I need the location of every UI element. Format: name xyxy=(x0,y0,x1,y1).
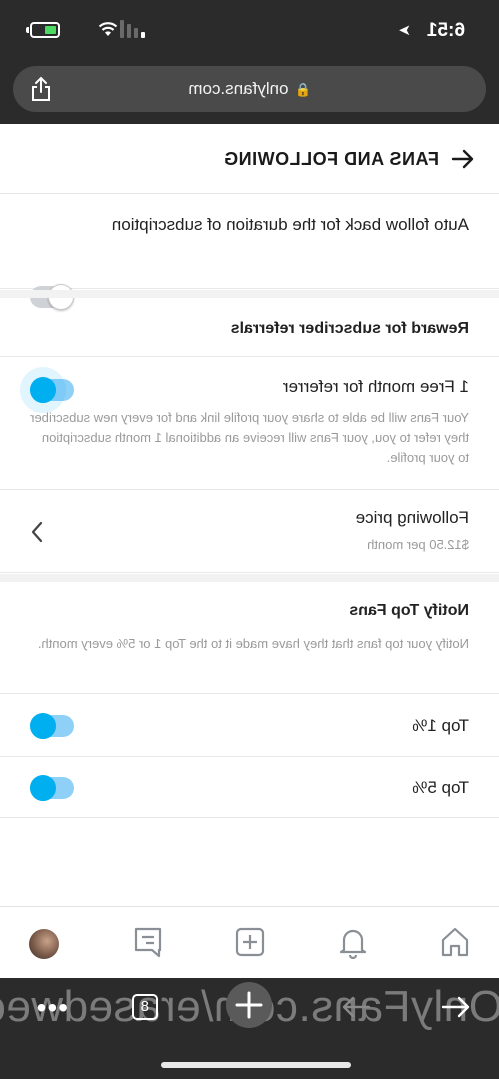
top-5-row[interactable]: Top 5% xyxy=(0,758,499,818)
screen: 6:51 ➤ 🔒onlyfans.com FANS AND FOLLOWING … xyxy=(0,0,499,1079)
messages-icon[interactable] xyxy=(131,925,165,959)
top-5-label: Top 5% xyxy=(412,778,469,797)
notifications-icon[interactable] xyxy=(336,925,370,959)
chevron-right-icon xyxy=(31,521,43,543)
add-post-icon[interactable] xyxy=(233,925,267,959)
section-divider xyxy=(0,574,499,582)
following-price-value: $12.50 per month xyxy=(367,537,469,552)
url-text: 🔒onlyfans.com xyxy=(188,79,311,98)
lock-icon: 🔒 xyxy=(294,82,311,97)
status-bar: 6:51 ➤ xyxy=(0,0,499,62)
section-divider xyxy=(0,290,499,298)
more-menu-button[interactable]: ••• xyxy=(36,992,68,1024)
referrals-heading: Reward for subscriber referrals xyxy=(230,320,469,337)
address-bar[interactable]: 🔒onlyfans.com xyxy=(13,66,486,112)
referrals-header-row: Reward for subscriber referrals xyxy=(0,298,499,357)
page-header: FANS AND FOLLOWING xyxy=(0,124,499,194)
home-icon[interactable] xyxy=(438,925,472,959)
browser-address-area: 🔒onlyfans.com xyxy=(0,62,499,124)
notify-top-fans-heading: Notify Top Fans xyxy=(349,602,469,619)
notify-top-fans-row: Notify Top Fans Notify your top fans tha… xyxy=(0,582,499,694)
following-price-label: Following price xyxy=(355,508,469,527)
page-content: FANS AND FOLLOWING Auto follow back for … xyxy=(0,124,499,978)
browser-toolbar: OnlyFans.com/erasedweeab 8 ••• xyxy=(0,978,499,1079)
free-month-row[interactable]: 1 Free month for referrer Your Fans will… xyxy=(0,358,499,490)
auto-follow-label: Auto follow back for the duration of sub… xyxy=(111,215,469,234)
back-arrow-icon[interactable] xyxy=(449,146,475,172)
auto-follow-row[interactable]: Auto follow back for the duration of sub… xyxy=(0,195,499,310)
battery-charging-icon xyxy=(26,22,60,38)
free-month-label: 1 Free month for referrer xyxy=(282,377,469,396)
page-title: FANS AND FOLLOWING xyxy=(223,149,439,169)
following-price-row[interactable]: Following price $12.50 per month xyxy=(0,491,499,573)
plus-icon xyxy=(235,991,263,1019)
bottom-nav xyxy=(0,906,499,978)
free-month-toggle[interactable] xyxy=(30,377,74,403)
clock: 6:51 xyxy=(426,20,465,41)
signal-icon xyxy=(120,20,145,38)
notify-top-fans-description: Notify your top fans that they have made… xyxy=(37,636,469,651)
tab-count: 8 xyxy=(140,998,150,1015)
new-tab-button[interactable] xyxy=(226,982,272,1028)
back-icon[interactable] xyxy=(439,992,473,1022)
tab-count-button[interactable]: 8 xyxy=(132,994,158,1020)
forward-icon[interactable] xyxy=(339,992,373,1022)
top-5-toggle[interactable] xyxy=(30,775,74,801)
free-month-description: Your Fans will be able to share your pro… xyxy=(30,410,469,465)
wifi-icon xyxy=(98,22,118,36)
share-icon[interactable] xyxy=(29,76,53,102)
top-1-toggle[interactable] xyxy=(30,713,74,739)
top-1-label: Top 1% xyxy=(412,716,469,735)
profile-avatar[interactable] xyxy=(29,929,59,959)
top-1-row[interactable]: Top 1% xyxy=(0,695,499,757)
home-indicator xyxy=(161,1062,351,1068)
location-arrow-icon: ➤ xyxy=(398,22,411,39)
